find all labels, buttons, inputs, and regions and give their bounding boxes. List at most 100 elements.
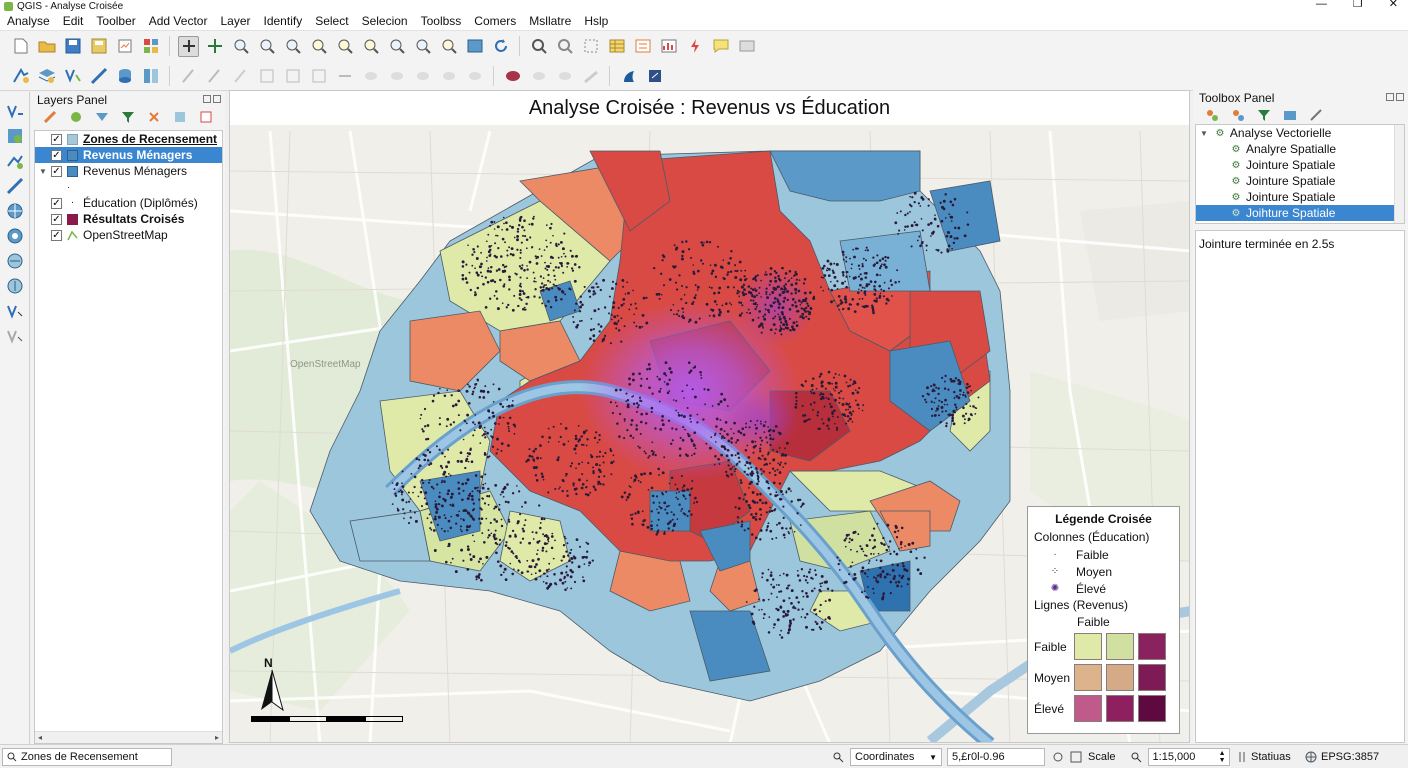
pin-labels-icon[interactable] — [528, 65, 549, 86]
menu-analyse[interactable]: Analyse — [7, 14, 50, 28]
toggle-editing-icon[interactable] — [178, 65, 199, 86]
add-delimited-text-icon[interactable] — [62, 65, 83, 86]
zoom-native-icon[interactable] — [386, 36, 407, 57]
open-layer-styling-icon[interactable] — [39, 107, 60, 128]
options-icon[interactable] — [1305, 105, 1326, 126]
float-panel-icon[interactable] — [203, 95, 211, 103]
history-icon[interactable] — [1279, 105, 1300, 126]
refresh-icon[interactable] — [490, 36, 511, 57]
annotation-icon[interactable] — [710, 36, 731, 57]
toolbox-group-analyse-vectorielle[interactable]: ▼ ⚙ Analyse Vectorielle — [1196, 125, 1404, 141]
select-features-icon[interactable] — [580, 36, 601, 57]
save-edits-icon[interactable] — [230, 65, 251, 86]
undo-icon[interactable] — [438, 65, 459, 86]
scroll-right-icon[interactable]: ▸ — [215, 733, 219, 742]
filter-icon[interactable] — [1253, 105, 1274, 126]
show-labels-icon[interactable] — [554, 65, 575, 86]
layer-visibility-checkbox[interactable]: ✓ — [51, 213, 62, 225]
minimize-button[interactable]: — — [1316, 0, 1327, 10]
expand-all-icon[interactable] — [143, 107, 164, 128]
scroll-left-icon[interactable]: ◂ — [38, 733, 42, 742]
digitize-line-icon[interactable] — [4, 175, 25, 196]
zoom-in-icon[interactable] — [230, 36, 251, 57]
models-icon[interactable] — [1201, 105, 1222, 126]
layer-revenus-menagers-selected[interactable]: ✓ Revenus Ménagers — [35, 147, 222, 163]
style-manager-icon[interactable] — [140, 36, 161, 57]
measure-icon[interactable] — [554, 36, 575, 57]
lock-scale-icon[interactable] — [1052, 751, 1064, 763]
vector-tool-icon[interactable] — [4, 100, 25, 121]
layer-zones-de-recensement[interactable]: ✓ Zones de Recensement — [35, 131, 222, 147]
locator-search[interactable]: Zones de Recensement — [2, 748, 172, 766]
add-feature-icon[interactable] — [256, 65, 277, 86]
delete-selected-icon[interactable] — [334, 65, 355, 86]
move-label-icon[interactable] — [580, 65, 601, 86]
add-group-icon[interactable] — [65, 107, 86, 128]
layer-visibility-checkbox[interactable]: ✓ — [51, 133, 62, 145]
save-as-icon[interactable] — [88, 36, 109, 57]
toolbox-tool-item[interactable]: ⚙ Jointure Spatiale — [1196, 189, 1404, 205]
menu-corners[interactable]: Comers — [474, 14, 516, 28]
geometry-tool-icon[interactable] — [4, 150, 25, 171]
layer-visibility-checkbox[interactable]: ✓ — [51, 229, 62, 241]
new-project-icon[interactable] — [10, 36, 31, 57]
close-panel-icon[interactable] — [1396, 93, 1404, 101]
zoom-last-icon[interactable] — [412, 36, 433, 57]
menu-select[interactable]: Select — [315, 14, 348, 28]
vertex-tool-icon[interactable] — [282, 65, 303, 86]
statistics-icon[interactable] — [658, 36, 679, 57]
toolbox-tool-item[interactable]: ⚙ Jointure Spatiale — [1196, 173, 1404, 189]
vertical-scrollbar[interactable] — [1394, 125, 1404, 223]
horizontal-scrollbar[interactable]: ◂ ▸ — [35, 731, 222, 743]
add-vector-layer-icon[interactable] — [10, 65, 31, 86]
menu-selection[interactable]: Selecion — [362, 14, 408, 28]
layer-resultats-croises[interactable]: ✓ Résultats Croisés — [35, 211, 222, 227]
processing-toolbox-icon[interactable] — [644, 65, 665, 86]
menu-layer[interactable]: Layer — [220, 14, 250, 28]
coordinates-value-field[interactable]: 5,£r0l-0.96 — [947, 748, 1045, 766]
manage-map-themes-icon[interactable] — [91, 107, 112, 128]
redo-icon[interactable] — [464, 65, 485, 86]
action-icon[interactable] — [684, 36, 705, 57]
zoom-next-icon[interactable] — [438, 36, 459, 57]
move-feature-icon[interactable] — [308, 65, 329, 86]
float-panel-icon[interactable] — [1386, 93, 1394, 101]
layer-visibility-checkbox[interactable]: ✓ — [51, 165, 62, 177]
web-service-icon[interactable] — [4, 275, 25, 296]
coordinates-field[interactable]: 5,£r0l-0.96 — [947, 748, 1045, 766]
paste-features-icon[interactable] — [412, 65, 433, 86]
current-edits-icon[interactable] — [204, 65, 225, 86]
zoom-to-layer-icon[interactable] — [360, 36, 381, 57]
decorations-icon[interactable] — [736, 36, 757, 57]
attribute-table-icon[interactable] — [606, 36, 627, 57]
close-button[interactable]: ✕ — [1389, 0, 1398, 10]
pan-icon[interactable] — [178, 35, 199, 57]
add-wms-layer-icon[interactable] — [140, 65, 161, 86]
magnifier-icon[interactable] — [1130, 751, 1142, 763]
network-icon[interactable] — [4, 250, 25, 271]
add-database-icon[interactable] — [114, 65, 135, 86]
field-calculator-icon[interactable] — [632, 36, 653, 57]
remove-layer-icon[interactable] — [195, 107, 216, 128]
new-map-view-icon[interactable] — [464, 36, 485, 57]
menu-add-vector[interactable]: Add Vector — [149, 14, 208, 28]
toolbox-tool-item-selected[interactable]: ⚙ Joihture Spatiale — [1196, 205, 1404, 221]
layer-visibility-checkbox[interactable]: ✓ — [51, 149, 62, 161]
filter-legend-icon[interactable] — [117, 107, 138, 128]
zoom-full-icon[interactable] — [308, 36, 329, 57]
menu-plugins[interactable]: Msllatre — [529, 14, 571, 28]
label-tool-icon[interactable] — [502, 65, 523, 86]
layer-education-diplomes[interactable]: ✓ · Éducation (Diplômés) — [35, 195, 222, 211]
topology-checker-icon[interactable] — [4, 325, 25, 346]
zoom-out-icon[interactable] — [256, 36, 277, 57]
identify-icon[interactable] — [528, 36, 549, 57]
maximize-button[interactable]: ❐ — [1353, 0, 1363, 10]
save-icon[interactable] — [62, 36, 83, 57]
zoom-to-selection-icon[interactable] — [334, 36, 355, 57]
expand-arrow-icon[interactable]: ▼ — [39, 167, 47, 176]
menu-toolbar[interactable]: Toolber — [96, 14, 135, 28]
copy-features-icon[interactable] — [386, 65, 407, 86]
open-folder-icon[interactable] — [36, 36, 57, 57]
python-console-icon[interactable] — [618, 65, 639, 86]
raster-calculator-icon[interactable] — [4, 300, 25, 321]
